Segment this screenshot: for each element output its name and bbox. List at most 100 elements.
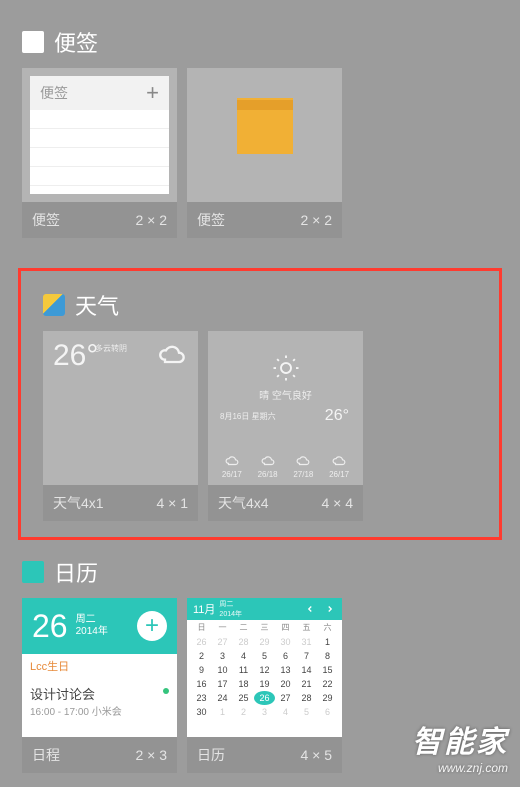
widget-name: 便签 <box>32 210 60 230</box>
widget-size: 2 × 3 <box>135 747 167 763</box>
day-cell[interactable]: 19 <box>254 677 275 691</box>
add-event-button[interactable]: + <box>137 611 167 641</box>
day-cell[interactable]: 11 <box>233 663 254 677</box>
notes-lines <box>30 110 169 194</box>
day-cell[interactable]: 7 <box>296 649 317 663</box>
weather-bigtemp: 26° <box>325 407 349 425</box>
day-cell[interactable]: 5 <box>296 705 317 719</box>
widget-notes-2x2-b[interactable]: 便签 2 × 2 <box>187 68 342 238</box>
day-cell[interactable]: 16 <box>191 677 212 691</box>
day-cell[interactable]: 31 <box>296 635 317 649</box>
widget-row: 便签 + 便签 2 × 2 便签 2 × 2 <box>22 68 498 238</box>
agenda-event-sub: 16:00 - 17:00 小米会 <box>30 703 169 718</box>
agenda-dow: 周二 <box>76 614 108 626</box>
day-cell[interactable]: 18 <box>233 677 254 691</box>
day-cell[interactable]: 4 <box>233 649 254 663</box>
day-cell[interactable]: 22 <box>317 677 338 691</box>
calendar-month: 11月 <box>193 601 215 617</box>
widget-calendar-4x5[interactable]: 11月 周二 2014年 日一二三四五六 2 <box>187 598 342 773</box>
day-cell[interactable]: 17 <box>212 677 233 691</box>
day-cell[interactable]: 12 <box>254 663 275 677</box>
day-cell[interactable]: 27 <box>275 691 296 705</box>
day-cell[interactable]: 14 <box>296 663 317 677</box>
widget-footer: 日程 2 × 3 <box>22 737 177 773</box>
day-cell[interactable]: 13 <box>275 663 296 677</box>
watermark: 智能家 www.znj.com <box>412 717 508 775</box>
forecast-item: 26/17 <box>222 454 242 479</box>
day-cell[interactable]: 3 <box>212 649 233 663</box>
day-cell[interactable]: 20 <box>275 677 296 691</box>
dow-cell: 日 <box>191 622 212 633</box>
day-cell[interactable]: 4 <box>275 705 296 719</box>
widget-name: 日历 <box>197 745 225 765</box>
agenda-year: 2014年 <box>76 626 108 638</box>
dow-cell: 五 <box>296 622 317 633</box>
widget-size: 4 × 1 <box>156 495 188 511</box>
sun-icon <box>271 353 301 388</box>
notes-add-icon[interactable]: + <box>146 82 159 104</box>
day-cell[interactable]: 24 <box>212 691 233 705</box>
day-cell[interactable]: 30 <box>191 705 212 719</box>
widget-size: 2 × 2 <box>300 212 332 228</box>
day-cell[interactable]: 1 <box>317 635 338 649</box>
calendar-head: 11月 周二 2014年 <box>187 598 342 620</box>
day-cell[interactable]: 30 <box>275 635 296 649</box>
agenda-event-title: 设计讨论会 <box>30 684 169 703</box>
cloud-icon <box>158 341 186 374</box>
day-cell[interactable]: 26 <box>254 691 275 705</box>
event-dot-icon <box>163 688 169 694</box>
forecast-item: 26/17 <box>329 454 349 479</box>
day-cell[interactable]: 25 <box>233 691 254 705</box>
weather-forecast-row: 26/1726/1827/1826/17 <box>214 454 357 479</box>
day-cell[interactable]: 10 <box>212 663 233 677</box>
day-cell[interactable]: 3 <box>254 705 275 719</box>
widget-size: 2 × 2 <box>135 212 167 228</box>
day-cell[interactable]: 6 <box>275 649 296 663</box>
agenda-card: 26 周二 2014年 + Lcc生日 设计讨论会 16:00 - 17:00 … <box>22 598 177 737</box>
agenda-event[interactable]: 设计讨论会 16:00 - 17:00 小米会 <box>22 678 177 724</box>
widget-name: 日程 <box>32 745 60 765</box>
weather-temp: 26° <box>53 339 98 373</box>
widget-body: 26 周二 2014年 + Lcc生日 设计讨论会 16:00 - 17:00 … <box>22 598 177 737</box>
widget-row: 26° 多云转阴 天气4x1 4 × 1 晴 空气良好 <box>43 331 477 521</box>
day-cell[interactable]: 23 <box>191 691 212 705</box>
day-cell[interactable]: 29 <box>317 691 338 705</box>
day-cell[interactable]: 27 <box>212 635 233 649</box>
widget-notes-2x2-a[interactable]: 便签 + 便签 2 × 2 <box>22 68 177 238</box>
day-cell[interactable]: 9 <box>191 663 212 677</box>
calendar-dow-row: 日一二三四五六 <box>187 620 342 635</box>
widget-weather-4x4[interactable]: 晴 空气良好 8月16日 星期六 26° 26/1726/1827/1826/1… <box>208 331 363 521</box>
next-month-button[interactable] <box>324 603 336 615</box>
dow-cell: 六 <box>317 622 338 633</box>
sticky-note-icon <box>237 98 293 154</box>
notes-icon <box>22 31 44 53</box>
day-cell[interactable]: 5 <box>254 649 275 663</box>
weather-bg: 晴 空气良好 8月16日 星期六 26° 26/1726/1827/1826/1… <box>208 331 363 485</box>
day-cell[interactable]: 21 <box>296 677 317 691</box>
widget-body <box>187 68 342 202</box>
day-cell[interactable]: 1 <box>212 705 233 719</box>
day-cell[interactable]: 26 <box>191 635 212 649</box>
day-cell[interactable]: 15 <box>317 663 338 677</box>
widget-name: 天气4x4 <box>218 493 269 513</box>
section-title: 日历 <box>54 556 98 588</box>
day-cell[interactable]: 28 <box>296 691 317 705</box>
weather-date: 8月16日 星期六 <box>220 411 276 422</box>
calendar-month-sub: 周二 2014年 <box>219 599 242 619</box>
weather-desc: 晴 空气良好 <box>208 387 363 402</box>
day-cell[interactable]: 2 <box>233 705 254 719</box>
watermark-line2: www.znj.com <box>412 761 508 775</box>
dow-cell: 二 <box>233 622 254 633</box>
widget-body: 11月 周二 2014年 日一二三四五六 2 <box>187 598 342 737</box>
day-cell[interactable]: 28 <box>233 635 254 649</box>
notes-paper-head: 便签 + <box>30 76 169 110</box>
prev-month-button[interactable] <box>304 603 316 615</box>
day-cell[interactable]: 2 <box>191 649 212 663</box>
widget-name: 天气4x1 <box>53 493 104 513</box>
dow-cell: 三 <box>254 622 275 633</box>
widget-agenda-2x3[interactable]: 26 周二 2014年 + Lcc生日 设计讨论会 16:00 - 17:00 … <box>22 598 177 773</box>
day-cell[interactable]: 8 <box>317 649 338 663</box>
day-cell[interactable]: 6 <box>317 705 338 719</box>
day-cell[interactable]: 29 <box>254 635 275 649</box>
widget-weather-4x1[interactable]: 26° 多云转阴 天气4x1 4 × 1 <box>43 331 198 521</box>
